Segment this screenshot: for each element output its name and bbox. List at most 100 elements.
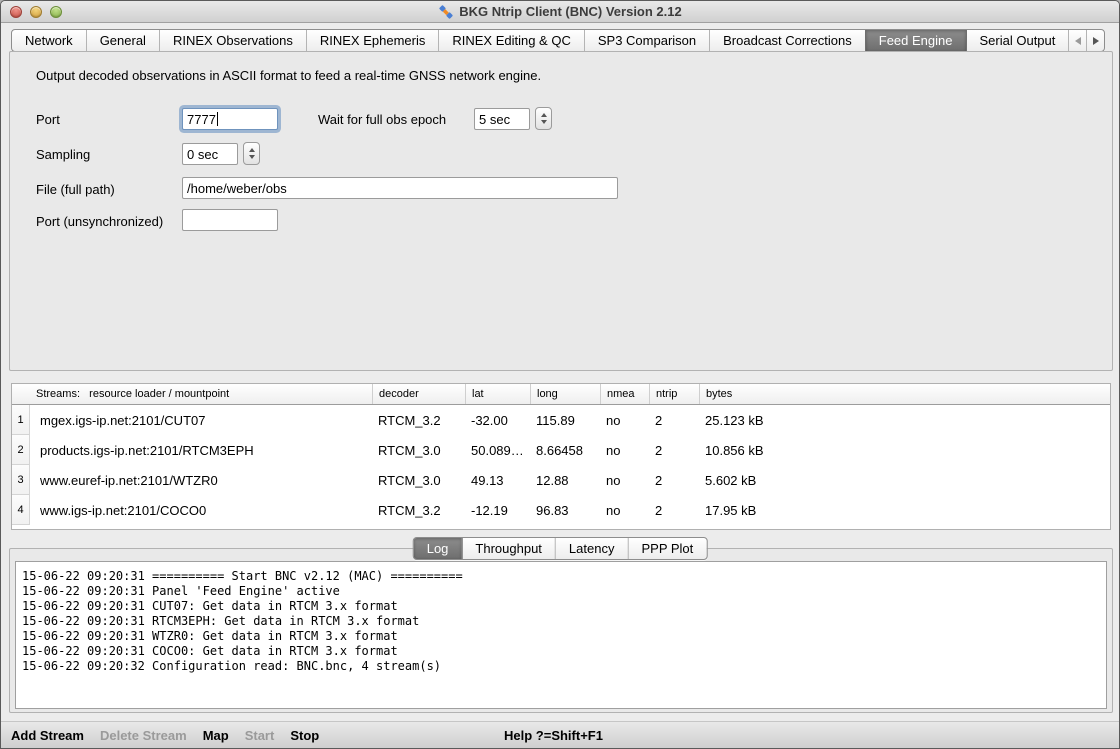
tab-rinex-editing-qc[interactable]: RINEX Editing & QC: [438, 30, 584, 51]
cell-bytes: 10.856 kB: [699, 443, 1110, 458]
bnc-satellite-icon: [438, 4, 454, 20]
cell-resource: products.igs-ip.net:2101/RTCM3EPH: [30, 443, 372, 458]
tab-scroll-right-button[interactable]: [1086, 30, 1104, 51]
header-long[interactable]: long: [530, 384, 600, 404]
port-value: 7777: [187, 112, 216, 127]
bnc-window: BKG Ntrip Client (BNC) Version 2.12 Netw…: [0, 0, 1120, 749]
header-bytes[interactable]: bytes: [699, 384, 1110, 404]
cell-ntrip: 2: [649, 503, 699, 518]
header-streams[interactable]: Streams: resource loader / mountpoint: [30, 384, 372, 404]
status-bar: Add Stream Delete Stream Map Start Stop …: [1, 721, 1119, 748]
scroll-right-icon: [1093, 37, 1099, 45]
sampling-input[interactable]: 0 sec: [182, 143, 238, 165]
add-stream-button[interactable]: Add Stream: [11, 728, 84, 743]
table-row[interactable]: 2 products.igs-ip.net:2101/RTCM3EPH RTCM…: [12, 435, 1110, 465]
text-caret: [217, 112, 218, 126]
tab-network[interactable]: Network: [12, 30, 86, 51]
tab-serial-output[interactable]: Serial Output: [966, 30, 1069, 51]
log-line: 15-06-22 09:20:31 COCO0: Get data in RTC…: [22, 644, 1100, 659]
header-lat[interactable]: lat: [465, 384, 530, 404]
cell-long: 96.83: [530, 503, 600, 518]
wait-epoch-input[interactable]: 5 sec: [474, 108, 530, 130]
cell-long: 12.88: [530, 473, 600, 488]
tab-general[interactable]: General: [86, 30, 159, 51]
header-decoder[interactable]: decoder: [372, 384, 465, 404]
cell-ntrip: 2: [649, 443, 699, 458]
log-line: 15-06-22 09:20:32 Configuration read: BN…: [22, 659, 1100, 674]
cell-ntrip: 2: [649, 413, 699, 428]
header-ntrip[interactable]: ntrip: [649, 384, 699, 404]
minimize-button[interactable]: [30, 6, 42, 18]
cell-resource: mgex.igs-ip.net:2101/CUT07: [30, 413, 372, 428]
help-shortcut-label: Help ?=Shift+F1: [504, 728, 603, 743]
window-title: BKG Ntrip Client (BNC) Version 2.12: [438, 4, 681, 20]
stop-button[interactable]: Stop: [290, 728, 319, 743]
window-controls: [10, 6, 62, 18]
tab-latency[interactable]: Latency: [555, 538, 628, 559]
file-path-value: /home/weber/obs: [187, 181, 287, 196]
log-tab-bar: Log Throughput Latency PPP Plot: [413, 537, 708, 560]
streams-table: Streams: resource loader / mountpoint de…: [11, 383, 1111, 530]
wait-epoch-label: Wait for full obs epoch: [318, 112, 446, 127]
title-bar[interactable]: BKG Ntrip Client (BNC) Version 2.12: [1, 1, 1119, 23]
row-number: 3: [12, 465, 30, 495]
close-button[interactable]: [10, 6, 22, 18]
spin-down-icon: [541, 120, 547, 124]
log-line: 15-06-22 09:20:31 CUT07: Get data in RTC…: [22, 599, 1100, 614]
cell-decoder: RTCM_3.0: [372, 443, 465, 458]
port-unsync-input[interactable]: [182, 209, 278, 231]
tab-broadcast-corrections[interactable]: Broadcast Corrections: [709, 30, 865, 51]
header-nmea[interactable]: nmea: [600, 384, 649, 404]
window-title-text: BKG Ntrip Client (BNC) Version 2.12: [459, 4, 681, 19]
wait-epoch-stepper[interactable]: [535, 107, 552, 130]
cell-lat: -12.19: [465, 503, 530, 518]
map-button[interactable]: Map: [203, 728, 229, 743]
cell-decoder: RTCM_3.0: [372, 473, 465, 488]
cell-bytes: 25.123 kB: [699, 413, 1110, 428]
port-unsync-label: Port (unsynchronized): [36, 214, 163, 229]
spin-down-icon: [249, 155, 255, 159]
tab-rinex-ephemeris[interactable]: RINEX Ephemeris: [306, 30, 438, 51]
cell-nmea: no: [600, 473, 649, 488]
file-path-input[interactable]: /home/weber/obs: [182, 177, 618, 199]
cell-decoder: RTCM_3.2: [372, 413, 465, 428]
start-button: Start: [245, 728, 275, 743]
sampling-label: Sampling: [36, 147, 90, 162]
delete-stream-button: Delete Stream: [100, 728, 187, 743]
port-input[interactable]: 7777: [182, 108, 278, 130]
sampling-value: 0 sec: [187, 147, 218, 162]
cell-lat: 49.13: [465, 473, 530, 488]
streams-table-header: Streams: resource loader / mountpoint de…: [12, 384, 1110, 405]
cell-nmea: no: [600, 413, 649, 428]
cell-nmea: no: [600, 443, 649, 458]
cell-nmea: no: [600, 503, 649, 518]
cell-decoder: RTCM_3.2: [372, 503, 465, 518]
cell-ntrip: 2: [649, 473, 699, 488]
main-tab-bar: Network General RINEX Observations RINEX…: [11, 29, 1105, 52]
sampling-stepper[interactable]: [243, 142, 260, 165]
cell-resource: www.euref-ip.net:2101/WTZR0: [30, 473, 372, 488]
tab-throughput[interactable]: Throughput: [461, 538, 555, 559]
cell-bytes: 17.95 kB: [699, 503, 1110, 518]
table-row[interactable]: 1 mgex.igs-ip.net:2101/CUT07 RTCM_3.2 -3…: [12, 405, 1110, 435]
header-corner: [12, 384, 30, 404]
spin-up-icon: [541, 113, 547, 117]
tab-ppp-plot[interactable]: PPP Plot: [627, 538, 706, 559]
log-line: 15-06-22 09:20:31 RTCM3EPH: Get data in …: [22, 614, 1100, 629]
file-path-label: File (full path): [36, 182, 115, 197]
pane-instruction: Output decoded observations in ASCII for…: [36, 68, 541, 83]
tab-scroll-left-button[interactable]: [1068, 30, 1086, 51]
log-output[interactable]: 15-06-22 09:20:31 ========== Start BNC v…: [15, 561, 1107, 709]
tab-log[interactable]: Log: [414, 538, 462, 559]
cell-long: 115.89: [530, 413, 600, 428]
cell-resource: www.igs-ip.net:2101/COCO0: [30, 503, 372, 518]
feed-engine-pane: [9, 51, 1113, 371]
table-row[interactable]: 4 www.igs-ip.net:2101/COCO0 RTCM_3.2 -12…: [12, 495, 1110, 525]
tab-feed-engine[interactable]: Feed Engine: [865, 30, 966, 51]
row-number: 2: [12, 435, 30, 465]
zoom-button[interactable]: [50, 6, 62, 18]
wait-epoch-value: 5 sec: [479, 112, 510, 127]
tab-rinex-observations[interactable]: RINEX Observations: [159, 30, 306, 51]
table-row[interactable]: 3 www.euref-ip.net:2101/WTZR0 RTCM_3.0 4…: [12, 465, 1110, 495]
tab-sp3-comparison[interactable]: SP3 Comparison: [584, 30, 709, 51]
